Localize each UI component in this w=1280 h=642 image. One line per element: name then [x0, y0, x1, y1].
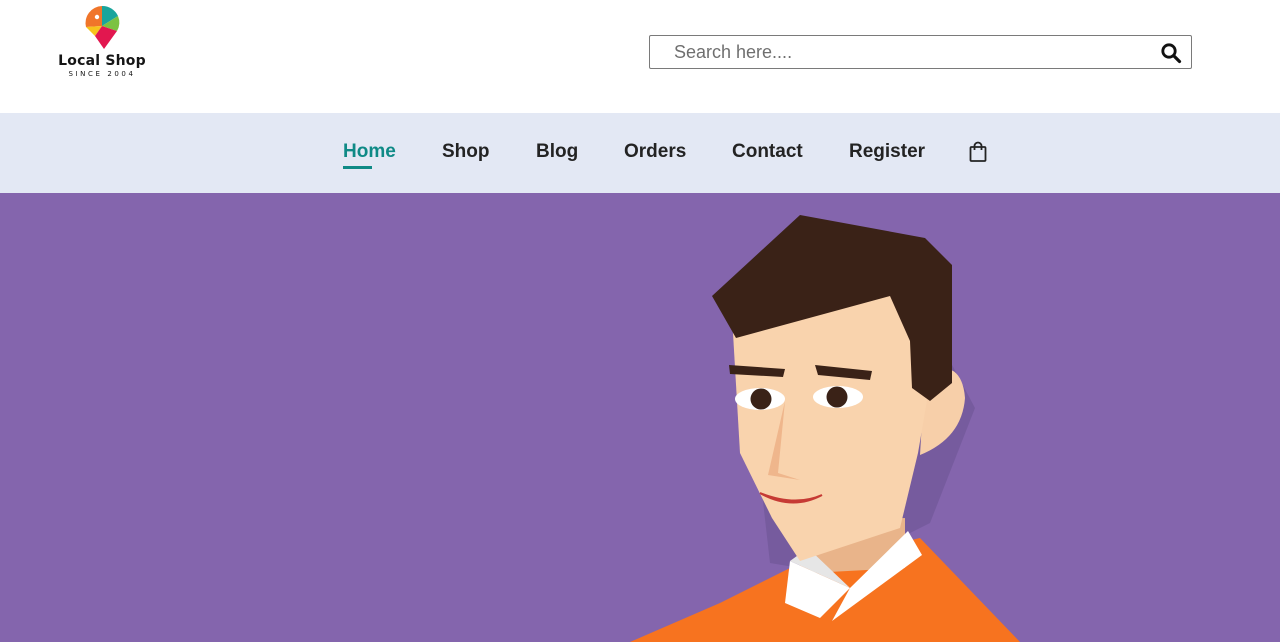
search-bar	[649, 35, 1192, 69]
site-logo[interactable]: Local Shop SINCE 2004	[52, 4, 152, 82]
search-input[interactable]	[650, 36, 1150, 68]
logo-tagline: SINCE 2004	[68, 70, 136, 78]
hero-illustration	[630, 215, 1020, 642]
hero-banner	[0, 193, 1280, 642]
nav-item-home[interactable]: Home	[343, 141, 396, 165]
nav-item-contact[interactable]: Contact	[732, 141, 803, 165]
logo-name: Local Shop	[58, 53, 146, 69]
shopping-bag-icon[interactable]	[968, 141, 988, 163]
nav-item-blog[interactable]: Blog	[536, 141, 578, 165]
site-header: Local Shop SINCE 2004	[0, 0, 1280, 113]
nav-active-underline	[343, 166, 372, 169]
nav-item-register[interactable]: Register	[849, 141, 925, 165]
search-icon[interactable]	[1159, 41, 1183, 65]
location-tag-logo-icon	[85, 5, 120, 49]
nav-item-orders[interactable]: Orders	[624, 141, 686, 165]
nav-item-shop[interactable]: Shop	[442, 141, 490, 165]
